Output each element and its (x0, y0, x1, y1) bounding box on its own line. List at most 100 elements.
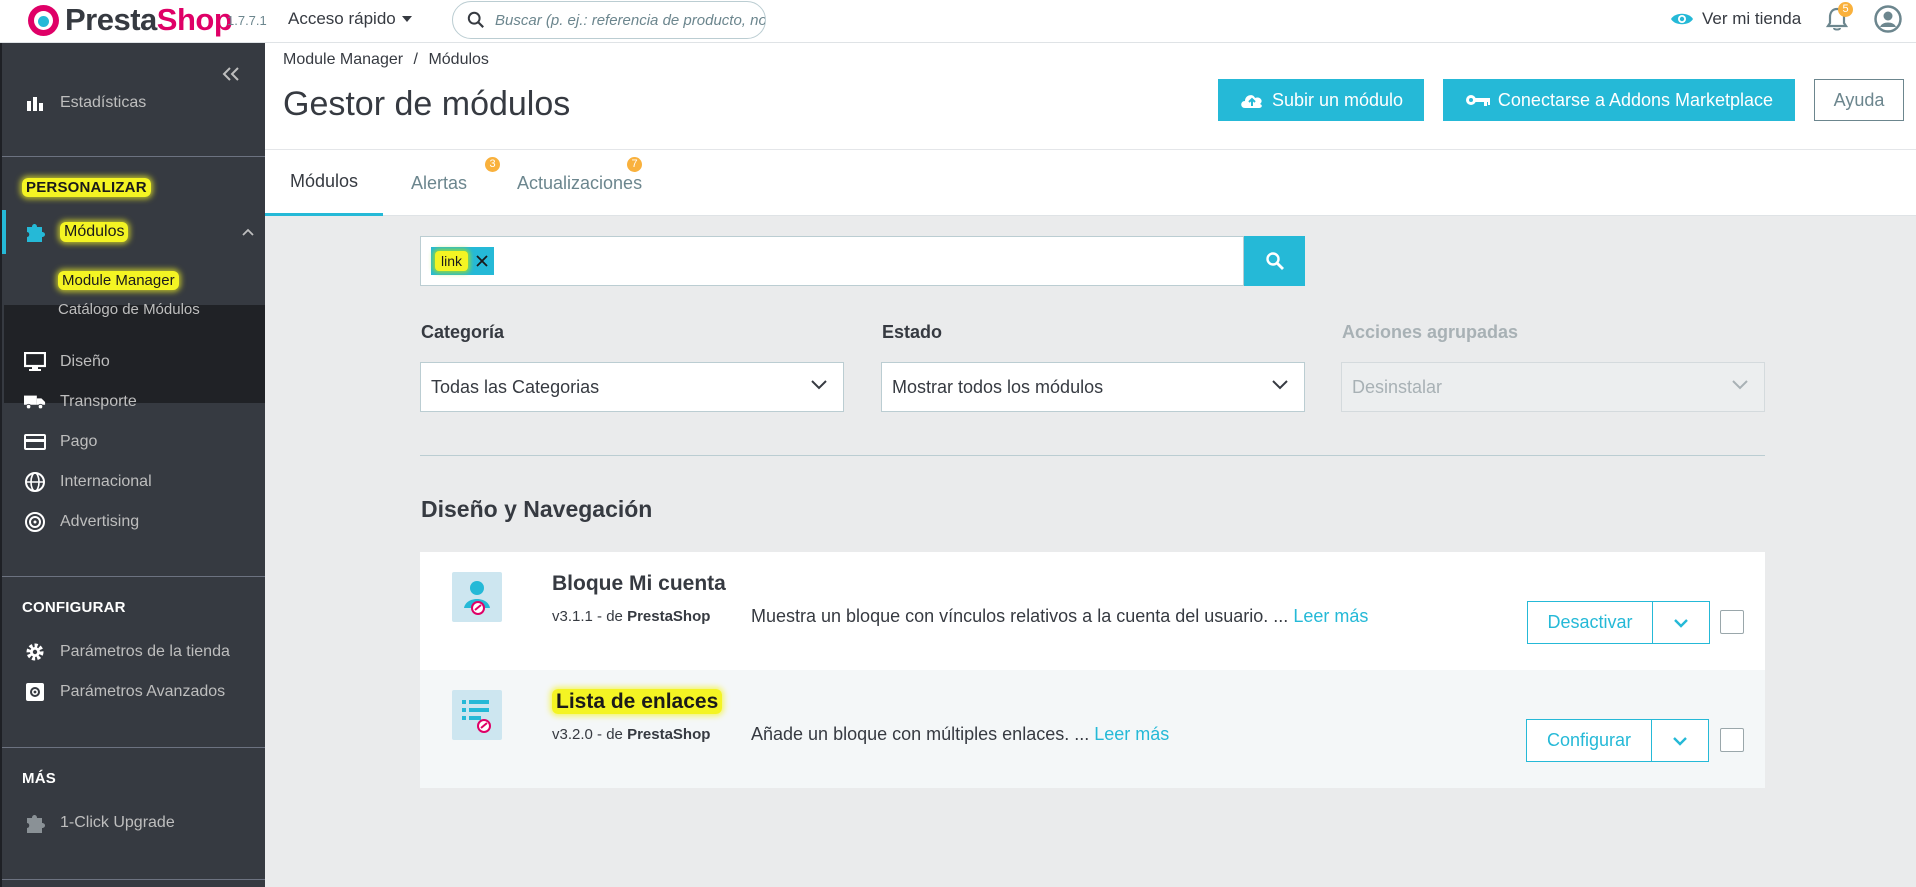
connect-addons-button[interactable]: Conectarse a Addons Marketplace (1443, 79, 1795, 121)
module-version: v3.2.0 - de PrestaShop (552, 726, 711, 743)
globe-icon (24, 471, 46, 493)
module-row: Lista de enlaces v3.2.0 - de PrestaShop … (420, 670, 1765, 788)
brand-name: PrestaShop (65, 2, 233, 37)
submenu-item-module-catalog[interactable]: Catálogo de Módulos (58, 301, 200, 318)
module-name: Lista de enlaces (552, 689, 723, 714)
key-icon (1465, 95, 1490, 106)
chevron-down-icon (1732, 380, 1748, 390)
collapse-sidebar-button[interactable] (222, 61, 240, 87)
module-actions: Configurar (1526, 719, 1709, 762)
sidebar-item-design[interactable]: Diseño (24, 351, 110, 373)
sidebar-item-shop-params[interactable]: Parámetros de la tienda (24, 641, 230, 663)
module-select-checkbox[interactable] (1720, 610, 1744, 634)
user-account-button[interactable] (1874, 5, 1902, 38)
bulk-actions-value: Desinstalar (1352, 376, 1443, 397)
module-description: Muestra un bloque con vínculos relativos… (751, 606, 1369, 626)
breadcrumb-parent[interactable]: Module Manager (283, 51, 403, 68)
quick-access-dropdown[interactable]: Acceso rápido (288, 9, 412, 29)
upload-module-button[interactable]: Subir un módulo (1218, 79, 1424, 121)
module-name: Bloque Mi cuenta (552, 572, 726, 595)
global-search[interactable] (452, 1, 766, 39)
module-search-button[interactable] (1244, 236, 1305, 286)
notifications-button[interactable]: 5 (1825, 2, 1853, 32)
search-icon (1265, 252, 1284, 270)
view-shop-link[interactable]: Ver mi tienda (1670, 9, 1801, 29)
chevron-down-icon (1673, 736, 1687, 746)
tab-modules[interactable]: Módulos (265, 150, 384, 216)
updates-badge: 7 (627, 157, 642, 172)
page-header: Module Manager / Módulos Gestor de módul… (265, 43, 1916, 149)
notification-badge: 5 (1838, 2, 1853, 17)
sidebar-item-international[interactable]: Internacional (24, 471, 152, 493)
sidebar-item-label: Pago (60, 433, 98, 450)
module-version: v3.1.1 - de PrestaShop (552, 608, 711, 625)
status-select[interactable]: Mostrar todos los módulos (881, 362, 1305, 412)
close-icon[interactable] (476, 255, 488, 267)
tab-label: Módulos (290, 171, 359, 191)
sidebar-divider (2, 879, 265, 880)
tab-updates[interactable]: Actualizaciones 7 (492, 150, 667, 216)
view-shop-label: Ver mi tienda (1702, 9, 1802, 28)
configure-module-button[interactable]: Configurar (1526, 719, 1652, 762)
sidebar-item-advanced-params[interactable]: Parámetros Avanzados (24, 681, 225, 703)
gear-icon (24, 641, 46, 663)
sidebar-item-payment[interactable]: Pago (24, 431, 97, 453)
search-tag-text: link (435, 251, 469, 271)
sidebar-item-label: Internacional (60, 473, 152, 490)
category-select[interactable]: Todas las Categorias (420, 362, 844, 412)
bulk-actions-label: Acciones agrupadas (1342, 322, 1519, 342)
module-actions-dropdown[interactable] (1653, 601, 1710, 644)
sidebar-item-label: Módulos (60, 222, 129, 242)
tabs-bar: Módulos Alertas 3 Actualizaciones 7 (265, 149, 1916, 216)
sidebar-item-advertising[interactable]: Advertising (24, 511, 139, 533)
module-search-input[interactable]: link (420, 236, 1244, 286)
chevron-down-icon (811, 380, 827, 390)
upload-module-label: Subir un módulo (1271, 89, 1404, 110)
sidebar-item-stats[interactable]: Estadísticas (24, 92, 146, 114)
category-value: Todas las Categorias (431, 376, 600, 397)
global-search-input[interactable] (495, 11, 765, 29)
module-select-checkbox[interactable] (1720, 728, 1744, 752)
sidebar-item-label: Diseño (60, 353, 110, 370)
module-link-list-icon (452, 690, 502, 740)
category-section-title: Diseño y Navegación (421, 496, 653, 522)
sidebar: Estadísticas PERSONALIZAR Módulos Module… (0, 43, 265, 887)
sidebar-item-label: 1-Click Upgrade (60, 814, 175, 831)
help-button[interactable]: Ayuda (1814, 79, 1904, 121)
tab-label: Actualizaciones (517, 172, 643, 193)
status-value: Mostrar todos los módulos (892, 376, 1104, 397)
eye-icon (1671, 13, 1693, 25)
category-label: Categoría (421, 322, 505, 342)
section-header-customize: PERSONALIZAR (22, 178, 151, 197)
sidebar-divider (2, 747, 265, 748)
prestashop-logo[interactable]: PrestaShop (28, 2, 233, 37)
sidebar-item-label: Parámetros Avanzados (60, 683, 226, 700)
module-actions: Desactivar (1527, 601, 1710, 644)
breadcrumb-separator: / (413, 51, 418, 68)
module-account-icon (452, 572, 502, 622)
submenu-item-module-manager[interactable]: Module Manager (58, 271, 179, 290)
module-actions-dropdown[interactable] (1652, 719, 1709, 762)
read-more-link[interactable]: Leer más (1094, 724, 1169, 744)
sidebar-item-upgrade[interactable]: 1-Click Upgrade (24, 812, 175, 834)
section-header-more: MÁS (22, 770, 56, 787)
prestashop-logo-icon (28, 4, 59, 36)
top-bar: PrestaShop 1.7.7.1 Acceso rápido Ver mi … (0, 0, 1916, 43)
connect-addons-label: Conectarse a Addons Marketplace (1497, 89, 1774, 110)
sidebar-divider (2, 576, 265, 577)
sidebar-item-label: Parámetros de la tienda (60, 643, 230, 660)
sidebar-item-modules[interactable]: Módulos (24, 221, 129, 243)
puzzle-icon (24, 812, 46, 834)
page-title: Gestor de módulos (283, 85, 571, 123)
sidebar-item-shipping[interactable]: Transporte (24, 391, 137, 413)
version-label: 1.7.7.1 (227, 13, 267, 28)
sidebar-divider (2, 156, 265, 157)
monitor-icon (24, 351, 46, 373)
status-label: Estado (882, 322, 943, 342)
section-header-configure: CONFIGURAR (22, 599, 126, 616)
bulk-actions-select: Desinstalar (1341, 362, 1765, 412)
disable-module-button[interactable]: Desactivar (1527, 601, 1653, 644)
read-more-link[interactable]: Leer más (1293, 606, 1368, 626)
tab-alerts[interactable]: Alertas 3 (386, 150, 500, 216)
target-icon (24, 511, 46, 533)
